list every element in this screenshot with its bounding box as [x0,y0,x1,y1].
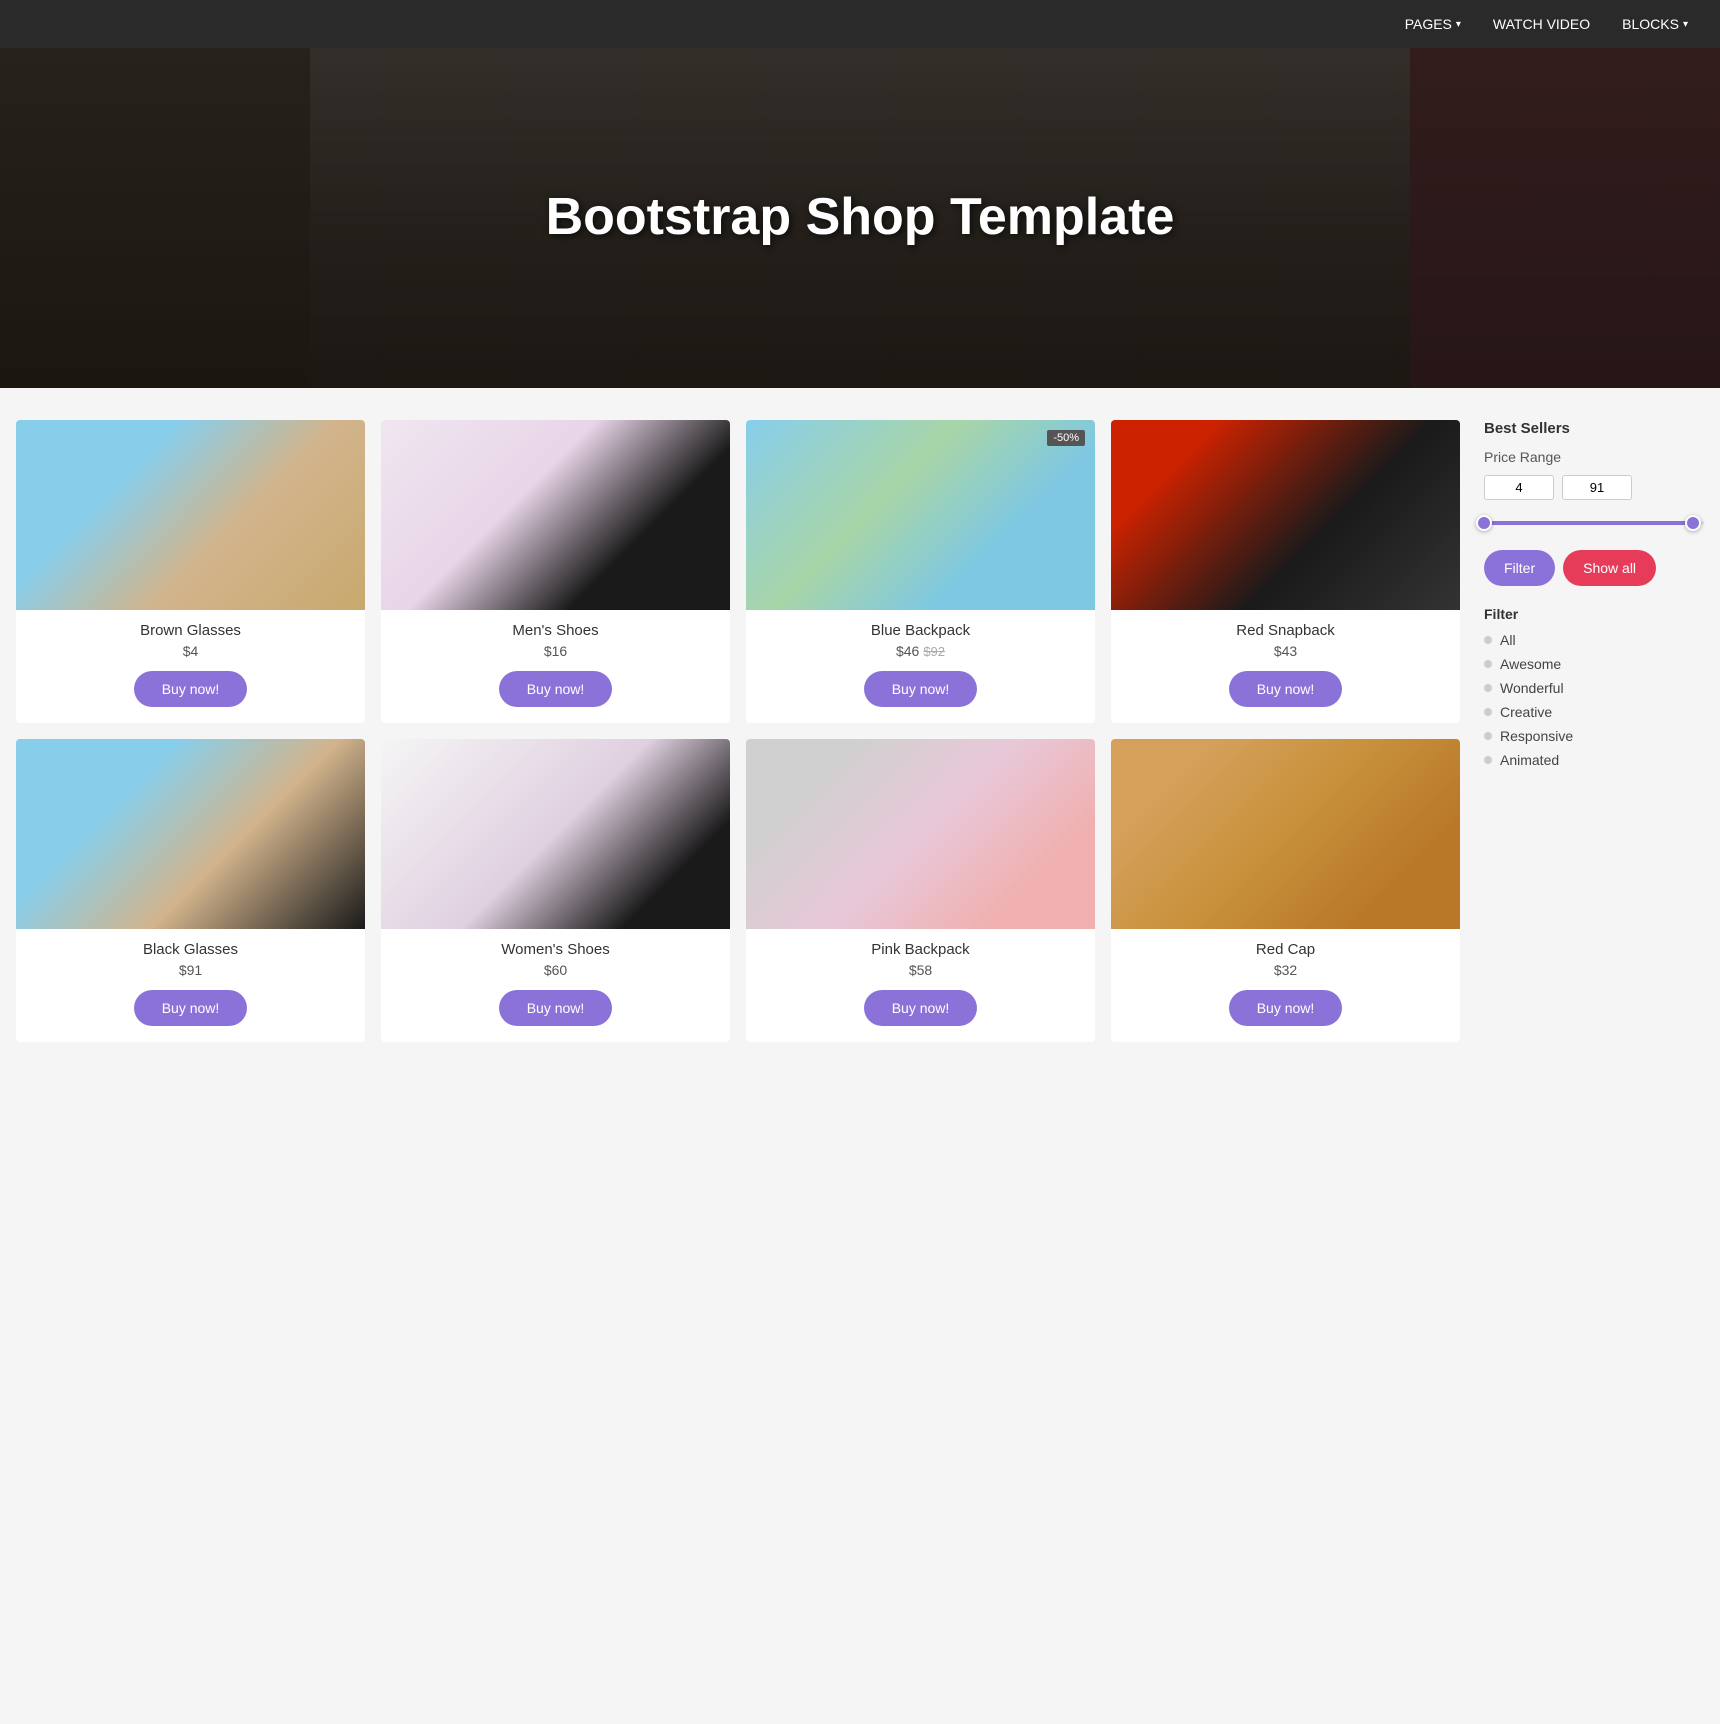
product-price-red-cap: $32 [1274,962,1297,978]
filter-button[interactable]: Filter [1484,550,1555,586]
chevron-down-icon: ▾ [1683,19,1688,30]
product-image-red-cap [1111,739,1460,929]
filter-label-wonderful: Wonderful [1500,680,1564,696]
product-card-red-cap: Red Cap $32 Buy now! [1111,739,1460,1042]
best-sellers-label: Best Sellers [1484,420,1704,437]
range-thumb-left[interactable] [1476,515,1492,531]
filter-item-all[interactable]: All [1484,632,1704,648]
price-max-input[interactable] [1562,475,1632,500]
filter-item-creative[interactable]: Creative [1484,704,1704,720]
product-image-mens-shoes [381,420,730,610]
sidebar-buttons: Filter Show all [1484,550,1704,586]
buy-button-blue-backpack[interactable]: Buy now! [864,671,978,707]
product-card-brown-glasses: Brown Glasses $4 Buy now! [16,420,365,723]
filter-label-animated: Animated [1500,752,1559,768]
filter-label-awesome: Awesome [1500,656,1561,672]
product-image-red-snapback [1111,420,1460,610]
product-card-red-snapback: Red Snapback $43 Buy now! [1111,420,1460,723]
filter-label-responsive: Responsive [1500,728,1573,744]
price-range-slider[interactable] [1484,514,1704,532]
price-inputs [1484,475,1704,500]
product-price-pink-backpack: $58 [909,962,932,978]
product-image-blue-backpack: -50% [746,420,1095,610]
navbar: PAGES▾ WATCH VIDEO BLOCKS▾ [0,0,1720,48]
nav-item-watch-video[interactable]: WATCH VIDEO [1493,16,1590,32]
product-card-blue-backpack: -50% Blue Backpack $46$92 Buy now! [746,420,1095,723]
filter-dot-icon [1484,660,1492,668]
chevron-down-icon: ▾ [1456,19,1461,30]
product-image-brown-glasses [16,420,365,610]
main-content: Brown Glasses $4 Buy now! Men's Shoes $16 Buy… [0,388,1720,1074]
buy-button-black-glasses[interactable]: Buy now! [134,990,248,1026]
product-price-blue-backpack: $46$92 [896,643,945,659]
product-price-red-snapback: $43 [1274,643,1297,659]
price-min-input[interactable] [1484,475,1554,500]
product-name-black-glasses: Black Glasses [143,941,238,958]
buy-button-red-cap[interactable]: Buy now! [1229,990,1343,1026]
buy-button-mens-shoes[interactable]: Buy now! [499,671,613,707]
product-card-mens-shoes: Men's Shoes $16 Buy now! [381,420,730,723]
product-image-womens-shoes [381,739,730,929]
filter-dot-icon [1484,684,1492,692]
filter-dot-icon [1484,636,1492,644]
sidebar: Best Sellers Price Range Filter Show all… [1484,420,1704,1042]
nav-item-blocks[interactable]: BLOCKS▾ [1622,16,1688,32]
product-card-pink-backpack: Pink Backpack $58 Buy now! [746,739,1095,1042]
filter-section-label: Filter [1484,606,1704,622]
product-price-womens-shoes: $60 [544,962,567,978]
hero-section: Bootstrap Shop Template [0,48,1720,388]
show-all-button[interactable]: Show all [1563,550,1656,586]
filter-item-animated[interactable]: Animated [1484,752,1704,768]
hero-title: Bootstrap Shop Template [546,188,1175,248]
filter-dot-icon [1484,756,1492,764]
product-price-brown-glasses: $4 [183,643,199,659]
product-name-red-snapback: Red Snapback [1236,622,1334,639]
filter-label-creative: Creative [1500,704,1552,720]
buy-button-womens-shoes[interactable]: Buy now! [499,990,613,1026]
filter-item-awesome[interactable]: Awesome [1484,656,1704,672]
products-grid: Brown Glasses $4 Buy now! Men's Shoes $16 Buy… [16,420,1460,1042]
filter-item-responsive[interactable]: Responsive [1484,728,1704,744]
filter-list: All Awesome Wonderful Creative Responsive Ani… [1484,632,1704,768]
buy-button-brown-glasses[interactable]: Buy now! [134,671,248,707]
filter-dot-icon [1484,732,1492,740]
buy-button-red-snapback[interactable]: Buy now! [1229,671,1343,707]
product-card-womens-shoes: Women's Shoes $60 Buy now! [381,739,730,1042]
product-card-black-glasses: Black Glasses $91 Buy now! [16,739,365,1042]
product-image-pink-backpack [746,739,1095,929]
product-name-mens-shoes: Men's Shoes [512,622,598,639]
range-thumb-right[interactable] [1685,515,1701,531]
product-original-price-blue-backpack: $92 [923,644,945,659]
filter-label-all: All [1500,632,1516,648]
filter-dot-icon [1484,708,1492,716]
filter-item-wonderful[interactable]: Wonderful [1484,680,1704,696]
product-name-womens-shoes: Women's Shoes [501,941,609,958]
nav-item-pages[interactable]: PAGES▾ [1405,16,1461,32]
buy-button-pink-backpack[interactable]: Buy now! [864,990,978,1026]
price-range-label: Price Range [1484,449,1704,465]
product-name-red-cap: Red Cap [1256,941,1315,958]
product-price-black-glasses: $91 [179,962,202,978]
product-image-black-glasses [16,739,365,929]
product-name-blue-backpack: Blue Backpack [871,622,970,639]
product-price-mens-shoes: $16 [544,643,567,659]
range-fill [1484,521,1693,525]
discount-badge-blue-backpack: -50% [1047,430,1085,446]
product-name-pink-backpack: Pink Backpack [871,941,969,958]
product-name-brown-glasses: Brown Glasses [140,622,241,639]
